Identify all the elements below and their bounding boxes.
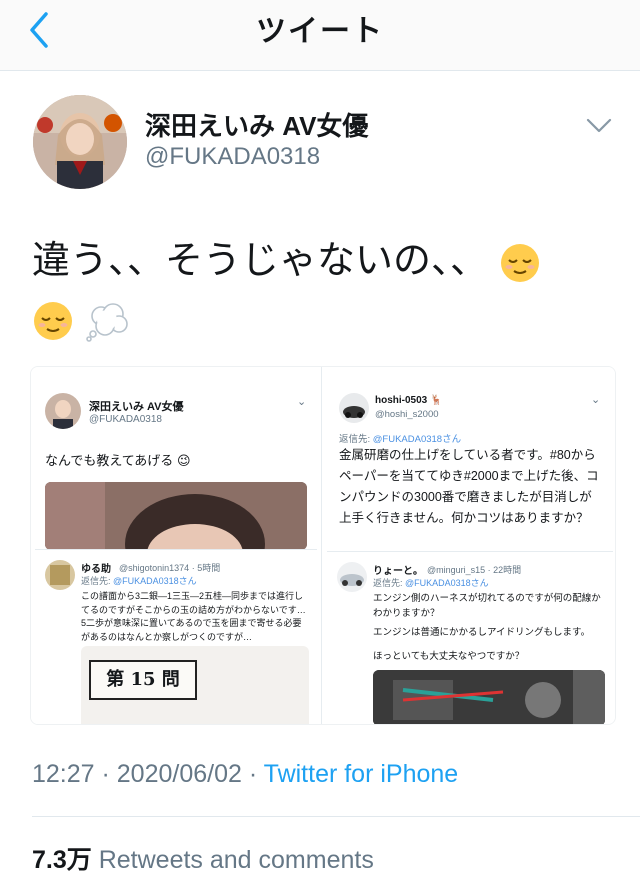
mini-emoji-icon: 😉 <box>176 453 191 468</box>
media-right-reply-text2: エンジンは普通にかかるしアイドリングもします。 <box>373 627 591 638</box>
media-right-name: hoshi-0503 🦌 <box>375 395 443 406</box>
mini-chevron-down-icon: ⌄ <box>297 396 307 408</box>
media-left-reply-to: 返信先: @FUKADA0318さん <box>81 576 197 586</box>
media-left-handle: @FUKADA0318 <box>89 414 162 425</box>
chevron-down-icon[interactable] <box>585 114 613 136</box>
author-name[interactable]: 深田えいみ AV女優 <box>145 106 368 143</box>
media-right-reply-to: 返信先: @FUKADA0318さん <box>339 434 462 445</box>
media-right-panel: hoshi-0503 🦌 @hoshi_s2000 ⌄ 返信先: @FUKADA… <box>323 367 615 724</box>
tweet-media-image[interactable]: 深田えいみ AV女優 @FUKADA0318 ⌄ なんでも教えてあげる 😉 ゆる… <box>30 366 616 725</box>
media-right-reply-text3: ほっといても大丈夫なやつですか？ <box>373 651 525 662</box>
media-right-reply2-to: 返信先: @FUKADA0318さん <box>373 578 489 588</box>
media-left-name: 深田えいみ AV女優 <box>89 401 184 413</box>
author-handle[interactable]: @FUKADA0318 <box>145 143 320 171</box>
media-right-handle: @hoshi_s2000 <box>375 409 439 420</box>
divider <box>32 816 640 817</box>
relieved-face-icon <box>500 243 539 282</box>
media-right-reply-photo <box>373 670 605 724</box>
retweet-count: 7.3万 <box>32 846 92 874</box>
tweet-text: 違う、、そうじゃないの、、 <box>32 232 612 348</box>
tweet-timestamp: 12:27 · 2020/06/02 · <box>32 760 264 788</box>
paper-label: 第 15 問 <box>89 660 197 700</box>
mini-avatar <box>45 393 81 429</box>
tweet-source-link[interactable]: Twitter for iPhone <box>264 760 459 788</box>
tweet-meta: 12:27 · 2020/06/02 · Twitter for iPhone <box>32 760 458 789</box>
media-left-reply: ゆる助 @shigotonin1374 · 5時間 返信先: @FUKADA03… <box>35 549 317 724</box>
animal-icon: 🦌 <box>430 395 443 406</box>
relieved-face-icon <box>34 301 72 340</box>
mini-chevron-down-icon: ⌄ <box>591 394 601 406</box>
media-right-reply-name: りょーと。 <box>373 566 423 577</box>
media-right-reply-text1: エンジン側のハーネスが切れてるのですが何の配線かわかりますか？ <box>373 593 601 619</box>
media-left-reply-photo: 第 15 問 <box>81 646 309 724</box>
media-left-reply-name: ゆる助 <box>81 564 111 575</box>
author-avatar[interactable] <box>33 95 127 189</box>
media-left-photo <box>45 482 307 550</box>
mini-avatar <box>339 393 369 423</box>
media-right-text: 金属研磨の仕上げをしている者です。#80からペーパーを当ててゆき#2000まで上… <box>339 448 599 525</box>
media-left-text: なんでも教えてあげる 😉 <box>45 453 191 468</box>
retweets-stat[interactable]: 7.3万 Retweets and comments <box>32 840 374 876</box>
page-title: ツイート <box>256 15 384 48</box>
navigation-bar: ツイート <box>0 0 640 71</box>
media-right-reply-handle: @minguri_s15 · 22時間 <box>427 565 522 575</box>
retweet-label: Retweets and comments <box>98 846 374 874</box>
media-right-reply: りょーと。 @minguri_s15 · 22時間 返信先: @FUKADA03… <box>327 551 613 724</box>
mini-avatar <box>45 560 75 590</box>
thought-balloon-icon <box>85 303 128 342</box>
media-left-reply-handle: @shigotonin1374 · 5時間 <box>119 563 221 573</box>
tweet-text-body: 違う、、そうじゃないの、、 <box>32 240 489 282</box>
media-left-reply-text: この譜面から3二銀—1三玉—2五桂—同歩までは進行してるのですがそこからの玉の詰… <box>81 591 306 642</box>
mini-avatar <box>337 562 367 592</box>
media-left-panel: 深田えいみ AV女優 @FUKADA0318 ⌄ なんでも教えてあげる 😉 ゆる… <box>31 367 322 724</box>
